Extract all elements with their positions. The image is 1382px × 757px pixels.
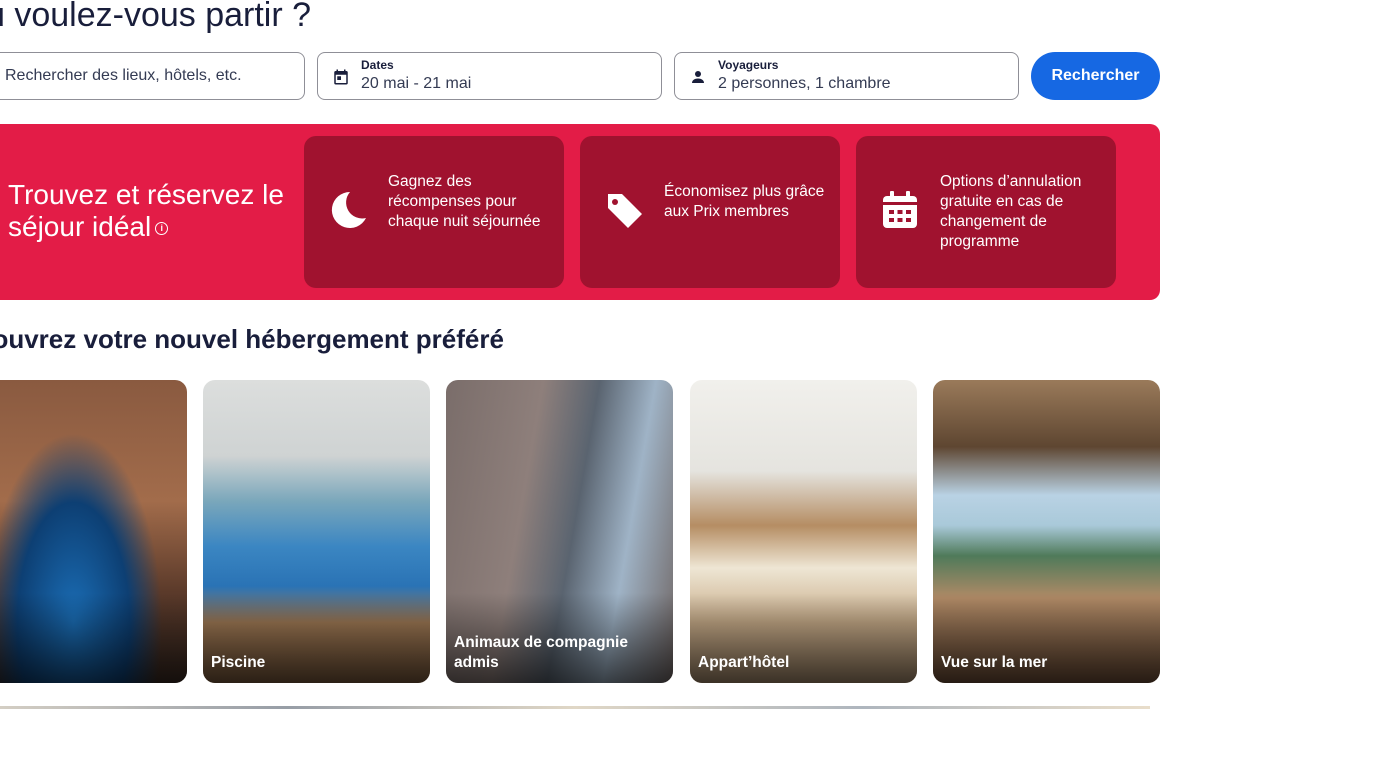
calendar-icon bbox=[334, 69, 348, 85]
destination-search-field[interactable]: Rechercher des lieux, hôtels, etc. bbox=[0, 52, 305, 100]
member-benefits-banner: Trouvez et réservez le séjour idéal i Gag… bbox=[0, 124, 1160, 300]
category-label: Piscine bbox=[211, 654, 266, 671]
travelers-field[interactable]: Voyageurs 2 personnes, 1 chambre bbox=[674, 52, 1019, 100]
category-label: Vue sur la mer bbox=[941, 654, 1048, 671]
travelers-value: 2 personnes, 1 chambre bbox=[718, 75, 891, 92]
tag-icon bbox=[606, 194, 642, 228]
destination-search-placeholder: Rechercher des lieux, hôtels, etc. bbox=[5, 67, 242, 84]
dates-field[interactable]: Dates 20 mai - 21 mai bbox=[317, 52, 662, 100]
category-tile-pool[interactable]: Piscine bbox=[203, 380, 430, 683]
next-section-preview bbox=[0, 706, 1150, 709]
section-heading: couvrez votre nouvel hébergement préféré bbox=[0, 324, 504, 354]
dates-value: 20 mai - 21 mai bbox=[361, 75, 472, 92]
tile-shade bbox=[0, 593, 187, 683]
category-label: Animaux de compagnie admis bbox=[454, 634, 628, 671]
search-button[interactable]: Rechercher bbox=[1031, 52, 1160, 100]
calendar-icon bbox=[883, 191, 917, 228]
person-icon bbox=[692, 71, 704, 83]
benefit-card-free-cancellation: Options d’annulation gratuite en cas de … bbox=[856, 136, 1116, 288]
category-tile-spa[interactable] bbox=[0, 380, 187, 683]
benefit-card-rewards: Gagnez des récompenses pour chaque nuit … bbox=[304, 136, 564, 288]
page-heading: ù voulez-vous partir ? bbox=[0, 0, 312, 34]
info-icon[interactable]: i bbox=[155, 222, 169, 236]
moon-icon bbox=[331, 191, 366, 228]
benefit-text-member-prices: Économisez plus grâce aux Prix membres bbox=[664, 183, 825, 220]
promo-title: Trouvez et réservez le séjour idéal i bbox=[8, 179, 288, 243]
category-tile-pets[interactable]: Animaux de compagnie admis bbox=[446, 380, 673, 683]
category-tile-apartment-hotel[interactable]: Appart’hôtel bbox=[690, 380, 917, 683]
category-tile-sea-view[interactable]: Vue sur la mer bbox=[933, 380, 1160, 683]
benefit-card-member-prices: Économisez plus grâce aux Prix membres bbox=[580, 136, 840, 288]
benefit-text-rewards: Gagnez des récompenses pour chaque nuit … bbox=[388, 173, 541, 230]
travelers-label: Voyageurs bbox=[718, 58, 779, 72]
dates-label: Dates bbox=[361, 58, 394, 72]
benefit-text-free-cancellation: Options d’annulation gratuite en cas de … bbox=[940, 173, 1082, 250]
promo-title-text: Trouvez et réservez le séjour idéal bbox=[8, 179, 284, 242]
category-label: Appart’hôtel bbox=[698, 654, 790, 671]
